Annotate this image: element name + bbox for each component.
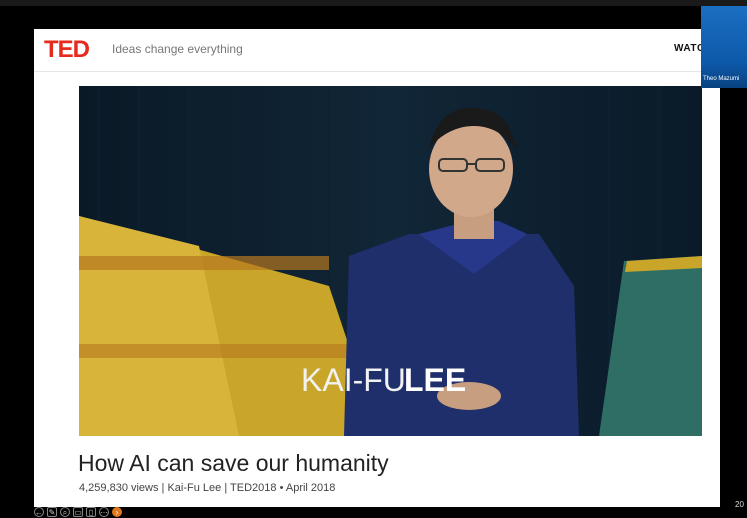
talk-title[interactable]: How AI can save our humanity [78,450,389,477]
slides-icon[interactable]: ▯ [86,507,96,517]
speaker-name-first: KAI-FU [301,362,406,398]
window-top-bar [0,0,747,6]
video-still: KAI-FU LEE [79,86,702,436]
ted-header: TED Ideas change everything WATC [34,29,720,72]
video-frame[interactable]: KAI-FU LEE [79,86,702,436]
presentation-slide: TED Ideas change everything WATC KAI-FU … [34,29,720,507]
participant-video-tile[interactable]: Theo Mazumi [701,6,747,88]
talk-meta: 4,259,830 views | Kai-Fu Lee | TED2018 •… [79,482,336,494]
zoom-icon[interactable]: ⌕ [60,507,70,517]
participant-name: Theo Mazumi [703,76,740,82]
presentation-toolbar: ← ✎ ⌕ ▭ ▯ ⋯ › [34,507,122,517]
speaker-name-last: LEE [404,362,466,398]
back-icon[interactable]: ← [34,507,44,517]
next-icon[interactable]: › [112,507,122,517]
page-number: 20 [735,500,744,509]
ted-logo[interactable]: TED [44,36,90,64]
captions-icon[interactable]: ▭ [73,507,83,517]
ted-tagline: Ideas change everything [112,42,243,56]
pen-icon[interactable]: ✎ [47,507,57,517]
more-icon[interactable]: ⋯ [99,507,109,517]
